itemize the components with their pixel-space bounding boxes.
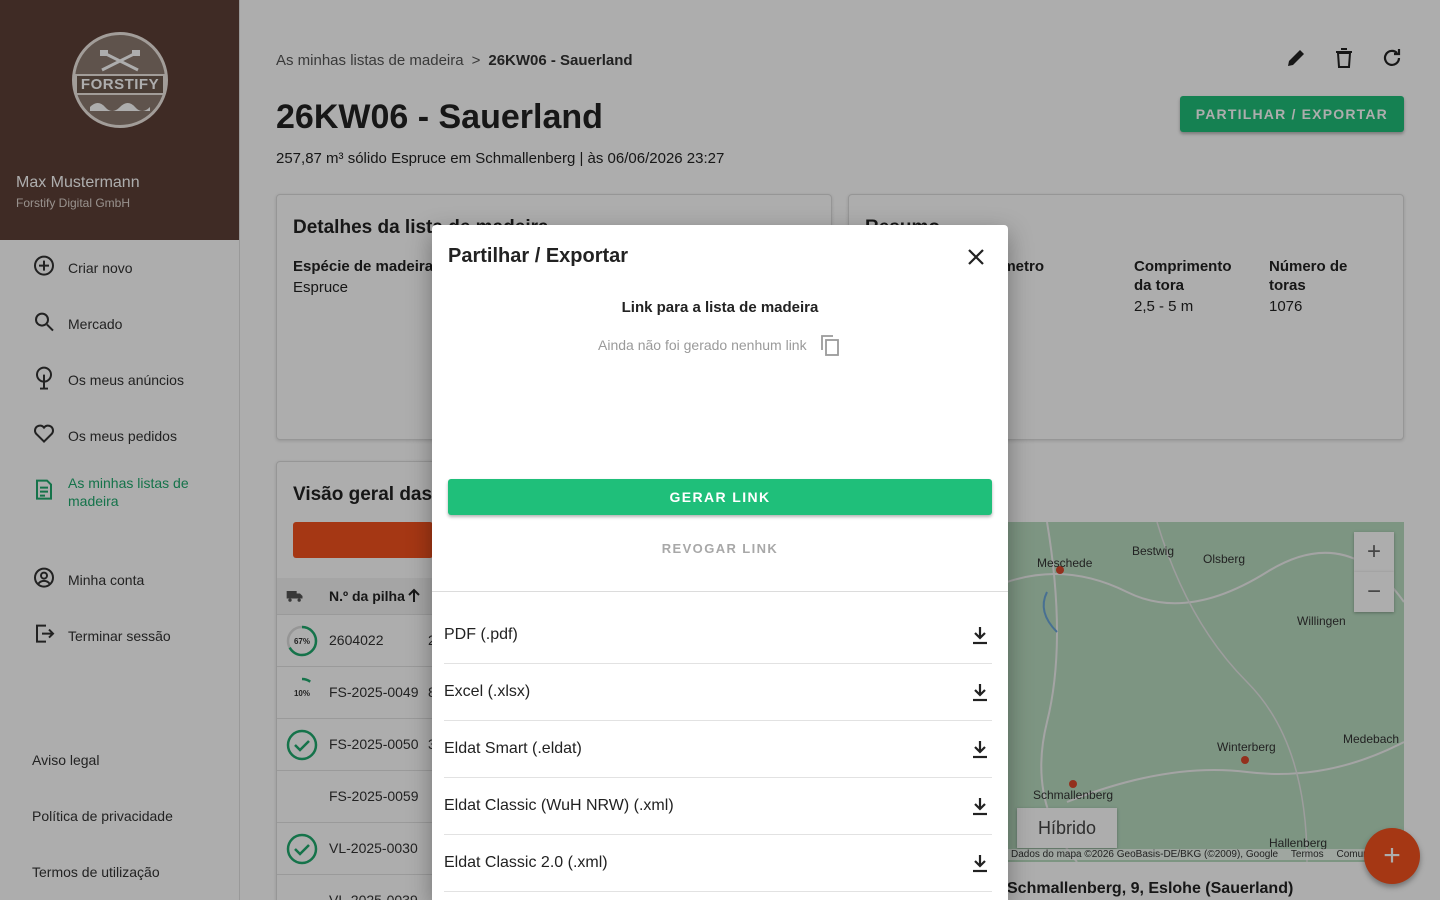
- export-pdf[interactable]: PDF (.pdf): [444, 607, 992, 664]
- export-label: Eldat Classic 2.0 (.xml): [444, 854, 608, 871]
- export-excel[interactable]: Excel (.xlsx): [444, 664, 992, 721]
- export-label: Eldat Smart (.eldat): [444, 740, 582, 757]
- link-section-title: Link para a lista de madeira: [621, 299, 819, 316]
- download-icon[interactable]: [968, 623, 992, 647]
- export-label: Eldat Classic (WuH NRW) (.xml): [444, 797, 674, 814]
- export-eldat-classic-2[interactable]: Eldat Classic 2.0 (.xml): [444, 835, 992, 892]
- close-icon[interactable]: [964, 245, 988, 269]
- no-link-text: Ainda não foi gerado nenhum link: [598, 337, 807, 353]
- export-eldat-smart[interactable]: Eldat Smart (.eldat): [444, 721, 992, 778]
- copy-icon[interactable]: [818, 333, 842, 357]
- dialog-divider: [432, 591, 1008, 592]
- export-label: PDF (.pdf): [444, 626, 518, 643]
- dialog-title: Partilhar / Exportar: [448, 245, 629, 267]
- export-label: Excel (.xlsx): [444, 683, 531, 700]
- share-export-dialog: Partilhar / Exportar Link para a lista d…: [432, 225, 1008, 900]
- download-icon[interactable]: [968, 737, 992, 761]
- revoke-link-button[interactable]: REVOGAR LINK: [432, 541, 1008, 556]
- export-eldat-classic-wuh[interactable]: Eldat Classic (WuH NRW) (.xml): [444, 778, 992, 835]
- generate-link-button[interactable]: GERAR LINK: [448, 479, 992, 515]
- download-icon[interactable]: [968, 851, 992, 875]
- download-icon[interactable]: [968, 680, 992, 704]
- download-icon[interactable]: [968, 794, 992, 818]
